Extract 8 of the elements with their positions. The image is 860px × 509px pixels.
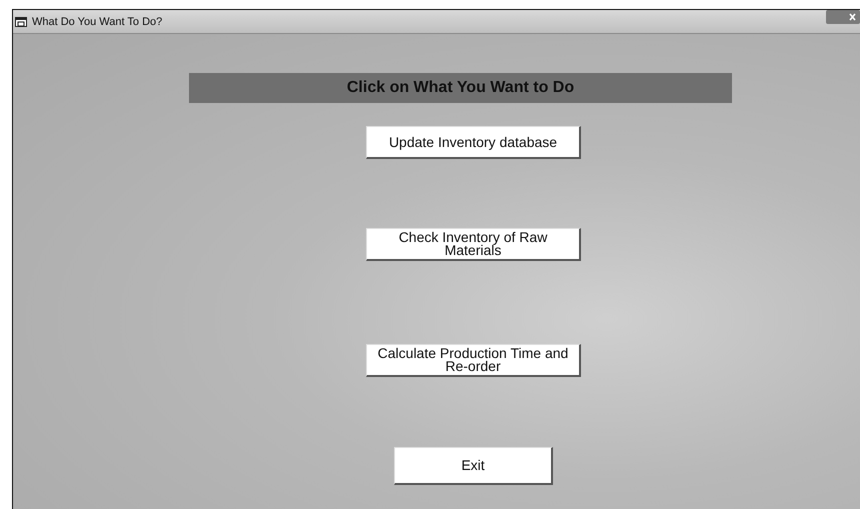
action-button[interactable]: Calculate Production Time and Re-order [366,344,581,377]
action-button[interactable]: Update Inventory database [366,126,581,159]
heading-banner: Click on What You Want to Do [189,73,732,103]
action-button[interactable]: Check Inventory of Raw Materials [366,228,581,261]
exit-button[interactable]: Exit [394,447,553,485]
window-title: What Do You Want To Do? [32,16,164,28]
close-icon[interactable] [826,10,860,24]
window-icon [15,16,27,26]
